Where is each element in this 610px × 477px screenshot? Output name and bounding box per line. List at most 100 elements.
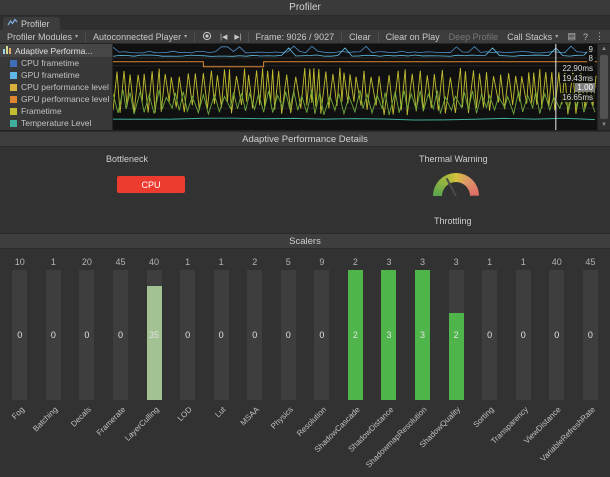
context-menu-button[interactable]: ⋮ [592,31,607,43]
scroll-up-icon[interactable]: ▲ [598,44,610,54]
chart-axis-label: 9 [587,45,595,54]
scaler-max-level: 1 [521,249,526,270]
legend-color-swatch [10,60,17,67]
scaler-current-level: 2 [353,330,358,340]
legend-item[interactable]: CPU performance level [0,81,112,93]
chart-value-label: 16.65ms [560,93,595,102]
scaler-name-label: Fog [10,405,26,421]
call-stacks-dropdown[interactable]: Call Stacks ▾ [503,31,562,43]
deep-profile-button[interactable]: Deep Profile [445,31,503,43]
scaler-name: LOD [171,400,205,477]
scaler-column: 1 0 LOD [171,249,205,477]
scaler-current-level: 0 [51,330,56,340]
toolbar-separator [248,32,249,42]
scaler-max-level: 1 [219,249,224,270]
legend-color-swatch [10,84,17,91]
scaler-name-label: Decals [70,405,94,429]
scaler-max-level: 10 [15,249,25,270]
scaler-name: Decals [70,400,104,477]
scaler-column: 4035LayerCulling [137,249,171,477]
scaler-column: 10Lut [204,249,238,477]
scaler-current-level: 0 [84,330,89,340]
scaler-column: 32ShadowQuality [439,249,473,477]
scaler-current-level: 0 [487,330,492,340]
details-header: Adaptive Performance Details [0,131,610,147]
scrollbar-thumb[interactable] [600,55,608,119]
thermal-warning-label: Thermal Warning [419,154,488,164]
scaler-name: VariableRefreshRate [574,400,608,477]
clear-on-play-button[interactable]: Clear on Play [382,31,444,43]
scaler-bar: 0 [314,270,329,400]
scaler-bar: 3 [381,270,396,400]
call-stacks-label: Call Stacks [507,32,552,42]
scaler-bar: 3 [415,270,430,400]
prev-frame-icon: |◀ [220,33,227,41]
module-header[interactable]: Adaptive Performa... [0,44,112,57]
scaler-max-level: 5 [286,249,291,270]
legend-item[interactable]: GPU frametime [0,69,112,81]
thermal-gauge [433,173,479,196]
help-button[interactable]: ? [580,31,591,43]
scaler-current-level: 0 [17,330,22,340]
legend-item[interactable]: Temperature Level [0,117,112,129]
scaler-current-level: 0 [185,330,190,340]
scaler-current-level: 0 [286,330,291,340]
scaler-column: 20 0 Decals [70,249,104,477]
scaler-max-level: 1 [185,249,190,270]
details-header-label: Adaptive Performance Details [242,134,368,145]
target-label: Autoconnected Player [93,32,181,42]
scaler-max-level: 3 [454,249,459,270]
scaler-max-level: 20 [82,249,92,270]
target-dropdown[interactable]: Autoconnected Player ▾ [89,31,191,43]
chevron-down-icon: ▾ [75,33,78,40]
frame-chart[interactable]: 9822.90ms19.43ms1.0016.65ms [113,44,597,130]
bottleneck-value-badge: CPU [117,176,185,193]
legend-item-label: GPU frametime [21,70,80,80]
scaler-column: 10Sorting [473,249,507,477]
scaler-bar: 0 [214,270,229,400]
module-legend: CPU frametimeGPU frametimeCPU performanc… [0,57,112,130]
scaler-max-level: 1 [51,249,56,270]
scaler-bar: 0 [281,270,296,400]
prev-frame-button[interactable]: |◀ [217,31,230,43]
scaler-name-label: Physics [269,405,295,431]
toolbar: Profiler Modules ▾ Autoconnected Player … [0,30,610,44]
scaler-name: LayerCulling [137,400,171,477]
chart-value-label: 22.90ms [560,64,595,73]
legend-item[interactable]: Frametime [0,105,112,117]
chart-value-label: 19.43ms [560,74,595,83]
save-profile-button[interactable]: ▤ [564,31,579,43]
legend-item[interactable]: CPU frametime [0,57,112,69]
record-button[interactable] [198,31,216,43]
toolbar-separator [378,32,379,42]
legend-item[interactable]: Temperature Trend [0,129,112,130]
next-frame-button[interactable]: ▶| [231,31,244,43]
scaler-bar: 0 [482,270,497,400]
scaler-max-level: 9 [319,249,324,270]
module-name: Adaptive Performa... [15,46,92,56]
tab-profiler[interactable]: Profiler [3,17,60,30]
scaler-current-level: 0 [252,330,257,340]
profiler-modules-dropdown[interactable]: Profiler Modules ▾ [3,31,82,43]
scaler-max-level: 3 [386,249,391,270]
record-icon [202,31,212,43]
scaler-max-level: 40 [149,249,159,270]
chart-scrollbar[interactable]: ▲ ▼ [597,44,610,130]
legend-item[interactable]: GPU performance level [0,93,112,105]
legend-color-swatch [10,96,17,103]
chevron-down-icon: ▾ [184,33,187,40]
scaler-current-level: 0 [319,330,324,340]
scroll-down-icon[interactable]: ▼ [598,120,610,130]
window-title: Profiler [289,2,321,13]
module-sidebar: Adaptive Performa... CPU frametimeGPU fr… [0,44,113,130]
scaler-name: Lut [204,400,238,477]
legend-color-swatch [10,108,17,115]
scaler-name: MSAA [238,400,272,477]
details-panel: Bottleneck CPU Thermal Warning Throttlin… [0,147,610,233]
profiler-modules-label: Profiler Modules [7,32,72,42]
legend-item-label: GPU performance level [21,94,109,104]
clear-button[interactable]: Clear [345,31,375,43]
scaler-bar: 0 [79,270,94,400]
scaler-name-label: Batching [31,405,59,433]
next-frame-icon: ▶| [234,33,241,41]
